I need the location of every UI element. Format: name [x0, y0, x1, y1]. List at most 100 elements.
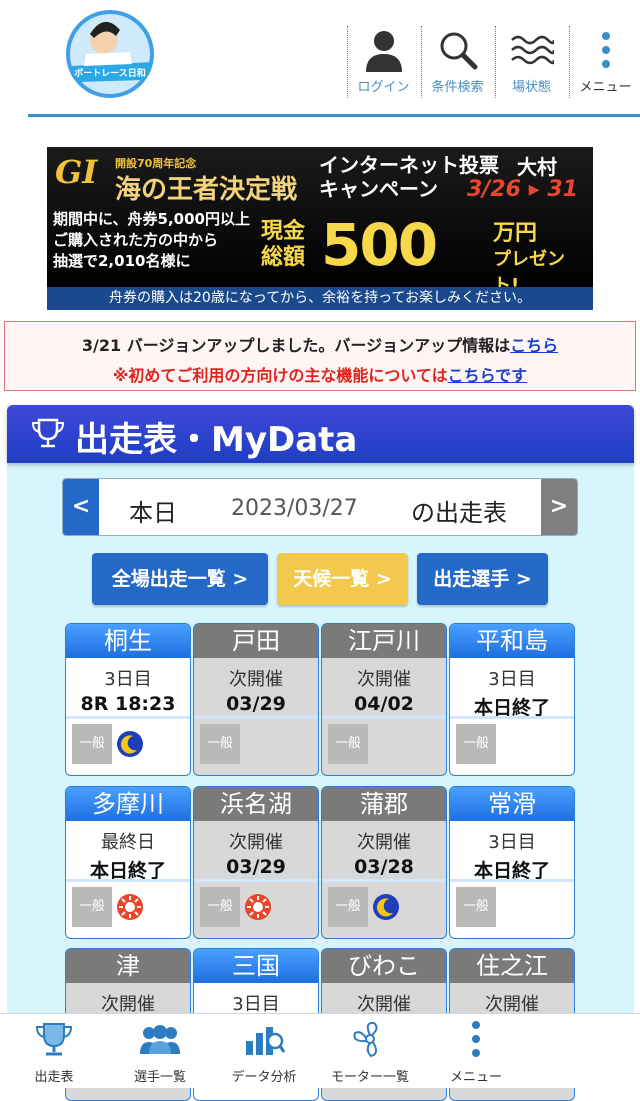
banner-disclaimer: 舟券の購入は20歳になってから、余裕を持ってお楽しみください。 [47, 287, 593, 310]
venue-name: びわこ [322, 949, 446, 983]
svg-text:ボートレース日和: ボートレース日和 [74, 67, 146, 79]
venue-card[interactable]: 江戸川次開催 04/02 一般 [321, 623, 447, 776]
card-divider [194, 879, 318, 882]
notice-line1: 3/21 バージョンアップしました。バージョンアップ情報はこちら [5, 332, 635, 356]
venue-detail: 03/28 [354, 856, 414, 878]
grade-badge: 一般 [328, 887, 368, 927]
grade-badge: 一般 [72, 887, 112, 927]
all-venues-button[interactable]: 全場出走一覧 > [92, 553, 268, 605]
current-date: 2023/03/27 [231, 496, 358, 521]
sun-icon [116, 893, 144, 921]
notice-line1-text: 3/21 バージョンアップしました。バージョンアップ情報は [81, 336, 511, 355]
venue-detail: 8R 18:23 [80, 693, 176, 715]
banner-conditions: 期間中に、舟券5,000円以上 ご購入された方の中から 抽選で2,010名様に [53, 209, 250, 272]
card-divider [450, 879, 574, 882]
notice-line2: ※初めてご利用の方向けの主な機能についてはこちらです [5, 362, 635, 386]
prev-day-button[interactable]: < [63, 479, 99, 535]
search-icon [422, 26, 493, 74]
sun-icon [244, 893, 272, 921]
login-button[interactable]: ログイン [347, 26, 419, 98]
version-info-link[interactable]: こちら [510, 336, 558, 355]
menu-label: メニュー [579, 80, 632, 95]
nav-menu-label: メニュー [449, 1070, 502, 1085]
venue-status: 次開催 [229, 669, 283, 690]
grade-badge: 一般 [456, 724, 496, 764]
venue-status-label: 場状態 [511, 80, 551, 95]
weather-list-button[interactable]: 天候一覧 > [277, 553, 408, 605]
banner-grade: GI [55, 153, 98, 191]
login-label: ログイン [357, 80, 410, 95]
venue-name: 住之江 [450, 949, 574, 983]
next-day-button[interactable]: > [541, 479, 577, 535]
venue-status: 次開催 [357, 832, 411, 853]
bottom-navigation: 出走表 選手一覧 データ分析 モーター一覧 メニュー [0, 1013, 640, 1088]
venue-card[interactable]: 常滑 3日目 本日終了 一般 [449, 786, 575, 939]
venue-name: 戸田 [194, 624, 318, 658]
banner-venue: 大村 [517, 155, 557, 179]
date-selector: < 本日 2023/03/27 の出走表 > [62, 478, 578, 536]
venue-name: 三国 [194, 949, 318, 983]
venue-status: 3日目 [488, 832, 536, 853]
dots-icon [412, 1014, 540, 1064]
version-notice: 3/21 バージョンアップしました。バージョンアップ情報はこちら ※初めてご利用… [4, 321, 636, 391]
venue-card[interactable]: 平和島 3日目 本日終了 一般 [449, 623, 575, 776]
card-divider [450, 716, 574, 719]
notice-line2-text: ※初めてご利用の方向けの主な機能については [112, 366, 448, 385]
venue-name: 津 [66, 949, 190, 983]
moon-icon [116, 730, 144, 758]
menu-button[interactable]: メニュー [569, 26, 640, 98]
banner-condition-line1: 期間中に、舟券5,000円以上 [53, 210, 250, 228]
card-divider [66, 879, 190, 882]
venue-name: 蒲郡 [322, 787, 446, 821]
entry-players-button[interactable]: 出走選手 > [417, 553, 548, 605]
banner-prize-unit1: 万円 [493, 221, 538, 246]
header-divider [28, 114, 640, 117]
banner-condition-line2: ご購入された方の中から [53, 231, 219, 249]
today-label: 本日 [129, 499, 177, 527]
banner-title: 海の王者決定戦 [115, 175, 298, 205]
banner-dates: 3/26 ▸ 31 [467, 177, 578, 202]
condition-search-button[interactable]: 条件検索 [421, 26, 493, 98]
grade-badge: 一般 [328, 724, 368, 764]
panel-title: 出走表・MyData [75, 420, 358, 460]
venue-name: 平和島 [450, 624, 574, 658]
venue-card[interactable]: 桐生 3日目 8R 18:23 一般 [65, 623, 191, 776]
venue-card[interactable]: 浜名湖 次開催 03/29 一般 [193, 786, 319, 939]
moon-icon [372, 893, 400, 921]
features-info-link[interactable]: こちらです [448, 366, 528, 385]
banner-prize: 現金 総額 500 万円 プレゼント! [261, 211, 587, 296]
venue-detail: 04/02 [354, 693, 414, 715]
venue-name: 多摩川 [66, 787, 190, 821]
grade-badge: 一般 [200, 724, 240, 764]
venue-card[interactable]: 蒲郡次開催 03/28 一般 [321, 786, 447, 939]
venue-name: 常滑 [450, 787, 574, 821]
venue-status: 次開催 [357, 669, 411, 690]
user-icon [348, 26, 419, 74]
venue-status: 3日目 [488, 669, 536, 690]
banner-prize-prefix1: 現金 [261, 219, 306, 244]
racecard-suffix: の出走表 [411, 499, 507, 527]
banner-prize-prefix: 現金 総額 [261, 219, 305, 271]
venue-detail: 03/29 [226, 693, 286, 715]
venue-name: 江戸川 [322, 624, 446, 658]
venue-card[interactable]: 多摩川 最終日 本日終了 一般 [65, 786, 191, 939]
venue-status: 次開催 [229, 832, 283, 853]
header: ボートレース日和 ログイン 条件検索 場状態 メニュー [0, 0, 640, 118]
venue-status-button[interactable]: 場状態 [495, 26, 567, 98]
campaign-banner[interactable]: GI 開設70周年記念 海の王者決定戦 インターネット投票 キャンペーン 大村 … [47, 147, 593, 310]
condition-search-label: 条件検索 [431, 80, 484, 95]
site-logo[interactable]: ボートレース日和 [60, 8, 160, 100]
dots-vertical-icon [570, 26, 640, 74]
banner-prize-amount: 500 [321, 211, 438, 279]
venue-name: 浜名湖 [194, 787, 318, 821]
card-divider [66, 716, 190, 719]
venue-detail: 03/29 [226, 856, 286, 878]
banner-art: GI 開設70周年記念 海の王者決定戦 インターネット投票 キャンペーン 大村 … [47, 147, 593, 296]
venue-status: 最終日 [101, 832, 155, 853]
banner-condition-line3: 抽選で2,010名様に [53, 252, 191, 270]
waves-icon [496, 26, 567, 74]
venue-card[interactable]: 戸田次開催 03/29 一般 [193, 623, 319, 776]
panel-header: 出走表・MyData [7, 405, 634, 463]
nav-menu[interactable]: メニュー [412, 1014, 540, 1089]
grade-badge: 一般 [456, 887, 496, 927]
